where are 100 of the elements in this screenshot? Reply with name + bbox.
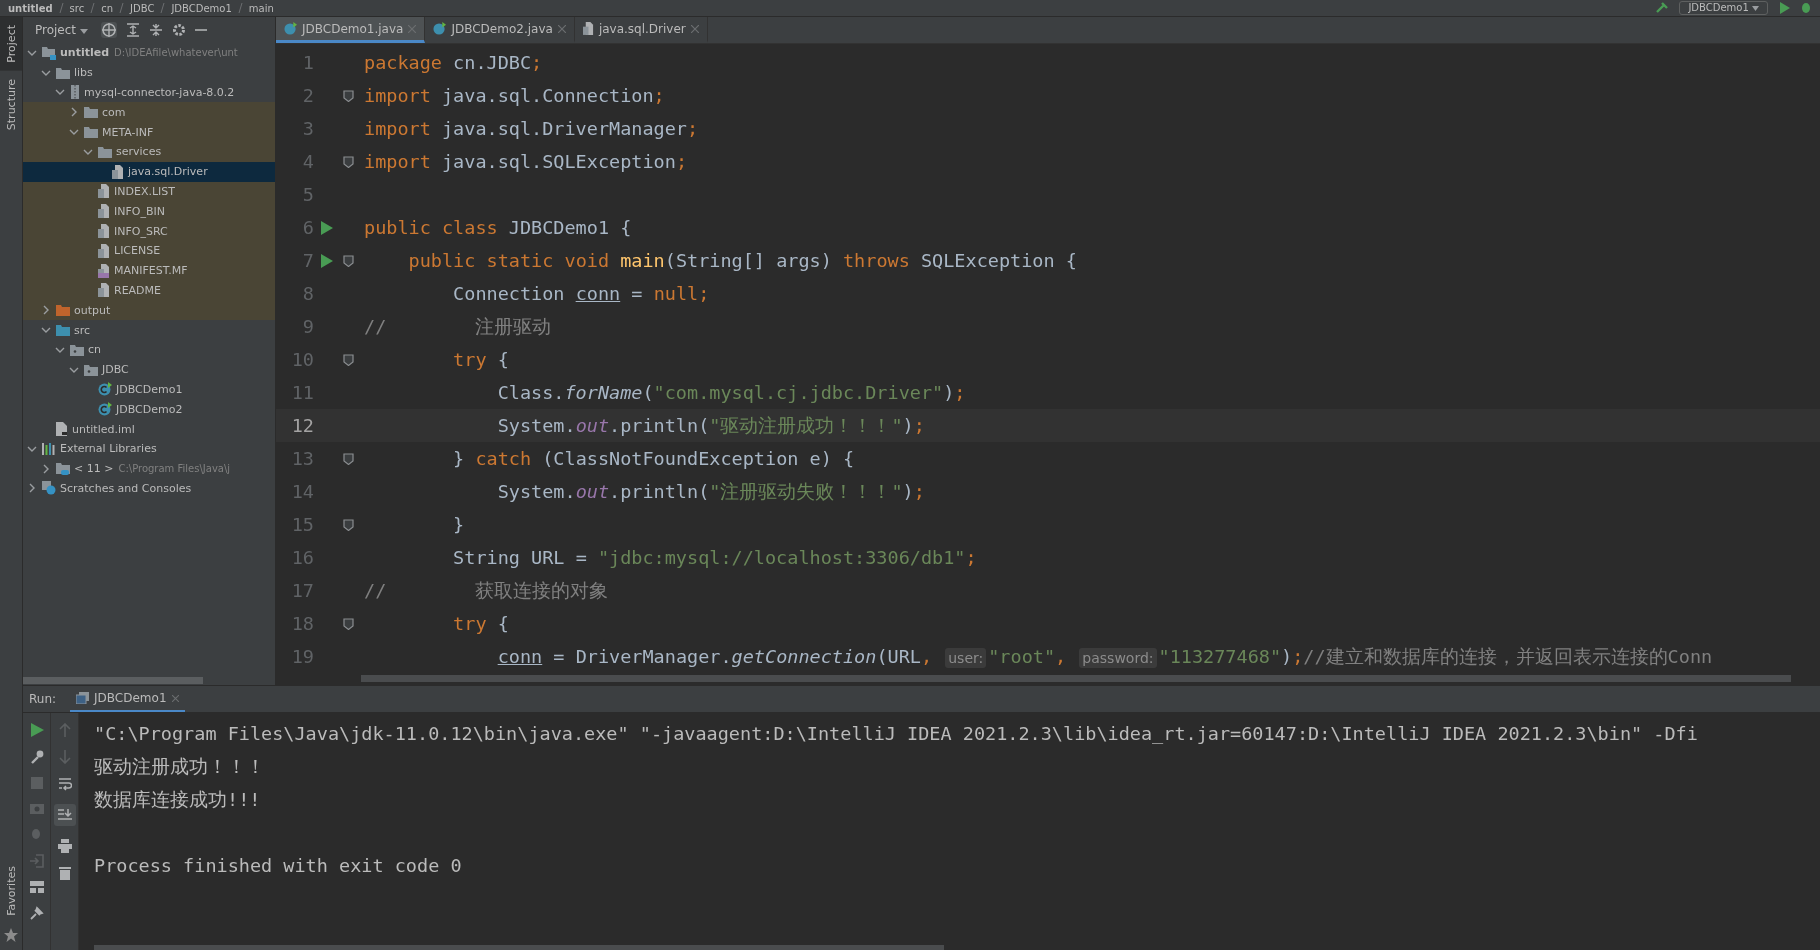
fold-marker-icon[interactable] [342,254,354,267]
fold-marker-icon[interactable] [342,89,354,102]
code-text: cn.JDBC [453,52,532,73]
code-text: (String[] args) [664,250,833,271]
tree-item[interactable]: INDEX.LIST [23,181,275,202]
breadcrumb-item[interactable]: JDBC [130,2,155,14]
run-configuration-dropdown[interactable]: JDBCDemo1 [1679,1,1768,15]
tree-item[interactable]: Scratches and Consoles [23,478,275,499]
tree-item[interactable]: JDBCDemo1 [23,379,275,400]
file-icon [98,224,110,239]
editor-tab[interactable]: java.sql.Driver [574,17,708,43]
console-output: 驱动注册成功！！！ [94,755,265,779]
code-text: (ClassNotFoundException e) { [542,448,855,469]
tree-item[interactable]: External Libraries [23,438,275,459]
run-icon[interactable] [1778,2,1790,14]
code-keyword: public static void [408,250,611,271]
method-name: getConnection [731,646,877,667]
close-icon[interactable] [171,694,179,702]
tree-item[interactable]: < 11 > C:\Program Files\Java\j [23,458,275,479]
code-keyword: ; [687,118,699,139]
line-number: 1 [301,52,314,73]
fold-marker-icon[interactable] [342,452,354,465]
code-keyword: , [920,646,934,667]
fold-marker-icon[interactable] [342,353,354,366]
collapse-all-icon[interactable] [148,23,163,37]
tree-item[interactable]: JDBC [23,359,275,380]
code-keyword: try [453,349,487,370]
fold-marker-icon[interactable] [342,518,354,531]
fold-marker-icon[interactable] [342,155,354,168]
scrollbar-thumb[interactable] [94,945,944,950]
line-number: 8 [301,283,314,304]
tree-item[interactable]: com [23,102,275,123]
locate-icon[interactable] [100,22,117,38]
tool-window-tab[interactable]: Favorites [0,858,22,924]
run-icon[interactable] [321,253,333,268]
editor-tab[interactable]: JDBCDemo2.java [425,17,575,43]
scrollbar-thumb[interactable] [23,677,203,684]
code-text: .println( [609,415,710,436]
variable-name: conn [575,283,621,304]
tree-item[interactable]: README [23,280,275,301]
close-icon[interactable] [557,24,566,33]
tree-item[interactable]: META-INF [23,122,275,142]
layout-icon[interactable] [29,881,44,893]
tree-item[interactable]: src [23,320,275,340]
star-icon[interactable] [4,928,18,942]
breadcrumb-item[interactable]: untitled [8,2,53,14]
tool-window-tab[interactable]: Structure [0,70,22,138]
tree-item[interactable]: untitled.iml [23,419,275,439]
soft-wrap-icon[interactable] [57,777,72,791]
tree-item[interactable]: cn [23,339,275,360]
tree-item[interactable]: libs [23,62,275,83]
chevron-icon[interactable] [41,463,51,474]
view-dropdown[interactable]: Project [31,23,92,37]
scrollbar-thumb[interactable] [361,675,1791,682]
breadcrumb-item[interactable]: src [69,2,85,14]
line-number: 9 [301,316,314,337]
code-text: System. [497,415,576,436]
line-number: 11 [290,382,314,403]
editor-tab[interactable]: JDBCDemo1.java [276,17,426,43]
tool-window-tab[interactable]: Project [0,17,22,71]
tree-item[interactable]: output [23,300,275,321]
code-text: JDBCDemo1 { [508,217,632,238]
trash-icon[interactable] [58,866,71,880]
tree-item[interactable]: java.sql.Driver [23,161,275,182]
code-keyword: ; [913,481,925,502]
tree-item[interactable]: INFO_BIN [23,201,275,222]
chevron-icon[interactable] [27,483,37,494]
file-icon [582,22,594,35]
hammer-icon[interactable] [1655,2,1670,14]
fold-marker-icon[interactable] [342,617,354,630]
wrench-icon[interactable] [29,750,44,764]
console-output: 数据库连接成功!!! [94,788,261,812]
tree-item[interactable]: JDBCDemo2 [23,399,275,420]
scroll-to-end-icon[interactable] [53,804,76,826]
chevron-icon[interactable] [41,305,51,316]
line-number: 17 [290,580,314,601]
breadcrumb-item[interactable]: main [248,2,274,14]
tree-item[interactable]: MANIFEST.MF [23,260,275,281]
tree-item[interactable]: mysql-connector-java-8.0.2 [23,82,275,103]
file-icon [56,422,68,437]
tree-item[interactable]: LICENSE [23,240,275,261]
parameter-hint: user: [945,648,987,668]
field-name: out [575,481,610,502]
pin-icon[interactable] [29,906,44,920]
expand-all-icon[interactable] [125,23,140,37]
field-name: out [575,415,610,436]
breadcrumb-item[interactable]: cn [101,2,114,14]
line-number: 2 [301,85,314,106]
code-comment: // 获取连接的对象 [364,580,609,601]
settings-icon[interactable] [171,23,186,37]
tree-item[interactable]: untitled D:\IDEAfile\whatever\unt [23,43,275,63]
tree-item[interactable]: INFO_SRC [23,221,275,241]
print-icon[interactable] [57,839,72,853]
run-icon[interactable] [29,723,44,737]
run-icon[interactable] [321,220,333,235]
tree-item[interactable]: services [23,142,275,162]
chevron-icon[interactable] [69,107,79,118]
breadcrumb-item[interactable]: JDBCDemo1 [171,2,232,14]
method-name: main [620,250,665,271]
close-icon[interactable] [690,24,699,33]
